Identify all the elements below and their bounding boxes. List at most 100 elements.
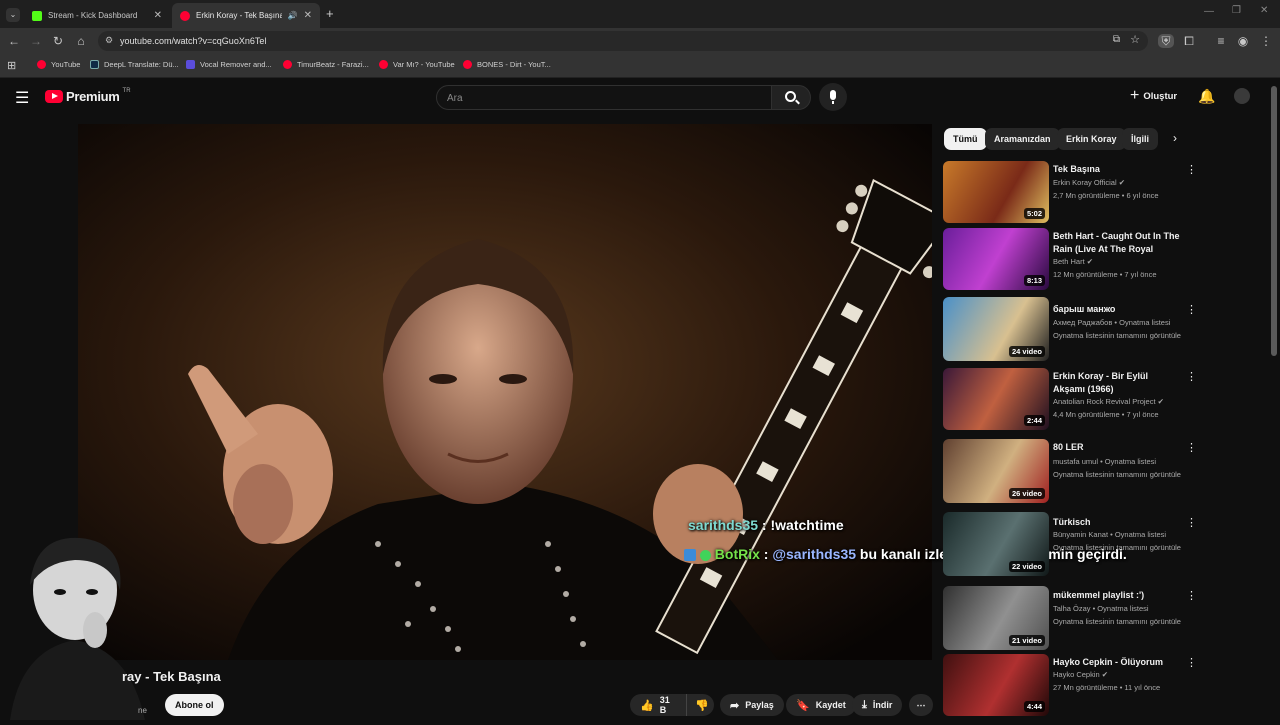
- video-title: ray - Tek Başına: [122, 669, 221, 684]
- dislike-button[interactable]: 👎: [686, 694, 714, 716]
- share-icon: ➦: [730, 699, 740, 712]
- tab-search-icon[interactable]: ⌄: [6, 8, 20, 22]
- more-vertical-icon[interactable]: ⋮: [1186, 441, 1197, 454]
- thumbnail[interactable]: 24 video: [943, 297, 1049, 361]
- profile-icon[interactable]: ◉: [1236, 34, 1250, 48]
- more-vertical-icon[interactable]: ⋮: [1186, 370, 1197, 383]
- rec-title[interactable]: mükemmel playlist :'): [1053, 589, 1181, 602]
- shield-extension-icon[interactable]: ⛨: [1158, 34, 1174, 48]
- install-app-icon[interactable]: ⧉: [1113, 34, 1120, 45]
- subscribe-label: Abone ol: [175, 700, 214, 710]
- bookmark-deepl[interactable]: DeepL Translate: Dü...: [90, 60, 179, 69]
- more-vertical-icon[interactable]: ⋮: [1186, 656, 1197, 669]
- new-tab-button[interactable]: +: [326, 6, 334, 21]
- rec-stats: 2,7 Mn görüntüleme • 6 yıl önce: [1053, 191, 1159, 200]
- extensions-icon[interactable]: ⧠: [1182, 34, 1196, 48]
- vocal-remover-icon: [186, 60, 195, 69]
- share-button[interactable]: ➦ Paylaş: [720, 694, 784, 716]
- back-icon[interactable]: ←: [7, 34, 21, 48]
- rec-title[interactable]: Tek Başına: [1053, 163, 1181, 176]
- thumbnail[interactable]: 26 video: [943, 439, 1049, 503]
- chips-next-icon[interactable]: ›: [1173, 131, 1177, 145]
- rec-item[interactable]: 26 video 80 LER mustafa umul • Oynatma l…: [943, 439, 1203, 503]
- more-vertical-icon[interactable]: ⋮: [1186, 516, 1197, 529]
- notifications-bell-icon[interactable]: 🔔: [1198, 88, 1215, 105]
- forward-icon[interactable]: →: [29, 34, 43, 48]
- rec-view-playlist[interactable]: Oynatma listesinin tamamını görüntüle: [1053, 331, 1181, 341]
- video-player[interactable]: [78, 124, 932, 660]
- bookmark-youtube[interactable]: YouTube: [37, 60, 80, 69]
- save-label: Kaydet: [815, 700, 846, 710]
- like-button[interactable]: 👍 31 B: [630, 694, 686, 716]
- thumbnail[interactable]: 8:13: [943, 228, 1049, 290]
- bookmark-star-icon[interactable]: ☆: [1130, 33, 1140, 46]
- chip-all[interactable]: Tümü: [944, 128, 987, 150]
- tab-title: Stream - Kick Dashboard: [48, 11, 138, 20]
- speaker-icon[interactable]: 🔊: [288, 11, 298, 20]
- chip-from-search[interactable]: Aramanızdan: [985, 128, 1060, 150]
- rec-channel: mustafa umul • Oynatma listesi: [1053, 457, 1157, 466]
- rec-item[interactable]: 22 video Türkisch Bünyamin Kanat • Oynat…: [943, 512, 1203, 576]
- more-actions-button[interactable]: ⋯: [909, 694, 933, 716]
- tab-close-icon[interactable]: ✕: [154, 10, 162, 21]
- chip-label: Aramanızdan: [994, 134, 1051, 144]
- rec-item[interactable]: 21 video mükemmel playlist :') Talha Öza…: [943, 586, 1203, 650]
- bookmark-timurbeatz[interactable]: TimurBeatz - Farazi...: [283, 60, 369, 69]
- bookmark-vocal-remover[interactable]: Vocal Remover and...: [186, 60, 272, 69]
- rec-item[interactable]: 24 video барыш манжо Ахмед Раджабов • Oy…: [943, 297, 1203, 361]
- plus-icon: +: [1130, 87, 1140, 104]
- rec-item[interactable]: 8:13 Beth Hart - Caught Out In The Rain …: [943, 228, 1203, 290]
- tab-youtube-video[interactable]: Erkin Koray - Tek Başına - Y 🔊 ✕: [172, 3, 320, 28]
- voice-search-button[interactable]: [819, 83, 847, 111]
- site-info-icon[interactable]: ⚙: [105, 35, 113, 46]
- more-vertical-icon[interactable]: ⋮: [1186, 303, 1197, 316]
- chip-related[interactable]: İlgili: [1122, 128, 1158, 150]
- thumbnail[interactable]: 21 video: [943, 586, 1049, 650]
- rec-title[interactable]: Türkisch: [1053, 516, 1181, 529]
- thumbnail[interactable]: 5:02: [943, 161, 1049, 223]
- hamburger-menu-icon[interactable]: ☰: [15, 88, 29, 108]
- rec-item[interactable]: 2:44 Erkin Koray - Bir Eylül Akşamı (196…: [943, 368, 1203, 430]
- rec-view-playlist[interactable]: Oynatma listesinin tamamını görüntüle: [1053, 617, 1181, 627]
- page-scrollbar[interactable]: [1271, 86, 1277, 356]
- rec-item[interactable]: 4:44 Hayko Cepkin - Ölüyorum Hayko Cepki…: [943, 654, 1203, 716]
- rec-title[interactable]: Hayko Cepkin - Ölüyorum: [1053, 656, 1181, 669]
- rec-title[interactable]: Erkin Koray - Bir Eylül Akşamı (1966): [1053, 370, 1181, 396]
- close-window-icon[interactable]: ✕: [1260, 5, 1268, 16]
- reload-icon[interactable]: ↻: [51, 34, 65, 48]
- rec-title[interactable]: 80 LER: [1053, 441, 1181, 454]
- more-vertical-icon[interactable]: ⋮: [1186, 589, 1197, 602]
- rec-item[interactable]: 5:02 Tek Başına Erkin Koray Official ✔ 2…: [943, 161, 1203, 223]
- youtube-premium-logo[interactable]: Premium TR: [45, 88, 131, 104]
- create-button[interactable]: + Oluştur: [1130, 87, 1177, 104]
- rec-title[interactable]: Beth Hart - Caught Out In The Rain (Live…: [1053, 230, 1181, 256]
- subscribe-button[interactable]: Abone ol: [165, 694, 224, 716]
- download-button[interactable]: ⤓ İndir: [852, 694, 903, 716]
- more-vertical-icon[interactable]: ⋮: [1186, 163, 1197, 176]
- rec-view-playlist[interactable]: Oynatma listesinin tamamını görüntüle: [1053, 470, 1181, 480]
- tab-kick-dashboard[interactable]: Stream - Kick Dashboard ✕: [24, 3, 170, 28]
- thumbnail[interactable]: 4:44: [943, 654, 1049, 716]
- thumbnail[interactable]: 2:44: [943, 368, 1049, 430]
- youtube-icon: [37, 60, 46, 69]
- browser-tab-bar: ⌄ Stream - Kick Dashboard ✕ Erkin Koray …: [0, 0, 1280, 28]
- chip-erkin-koray[interactable]: Erkin Koray: [1057, 128, 1126, 150]
- save-button[interactable]: 🔖 Kaydet: [786, 694, 856, 716]
- avatar[interactable]: [1234, 88, 1250, 104]
- media-control-icon[interactable]: ≡: [1214, 34, 1228, 48]
- tab-close-icon[interactable]: ✕: [304, 10, 312, 21]
- address-bar[interactable]: ⚙ youtube.com/watch?v=cqGuoXn6Tel ⧉ ☆: [98, 31, 1148, 51]
- rec-title[interactable]: барыш манжо: [1053, 303, 1181, 316]
- minimize-icon[interactable]: —: [1204, 6, 1214, 17]
- apps-grid-icon[interactable]: ⊞: [7, 59, 16, 72]
- thumbs-down-icon: 👎: [695, 699, 709, 712]
- rec-view-playlist[interactable]: Oynatma listesinin tamamını görüntüle: [1053, 543, 1181, 553]
- thumbnail[interactable]: 22 video: [943, 512, 1049, 576]
- browser-menu-icon[interactable]: ⋮: [1259, 34, 1273, 48]
- restore-icon[interactable]: ❐: [1232, 5, 1241, 16]
- bookmark-bones-dirt[interactable]: BONES - Dirt - YouT...: [463, 60, 551, 69]
- search-input[interactable]: Ara: [436, 85, 772, 110]
- bookmark-var-mi[interactable]: Var Mı? - YouTube: [379, 60, 455, 69]
- search-button[interactable]: [771, 85, 811, 110]
- home-icon[interactable]: ⌂: [74, 34, 88, 48]
